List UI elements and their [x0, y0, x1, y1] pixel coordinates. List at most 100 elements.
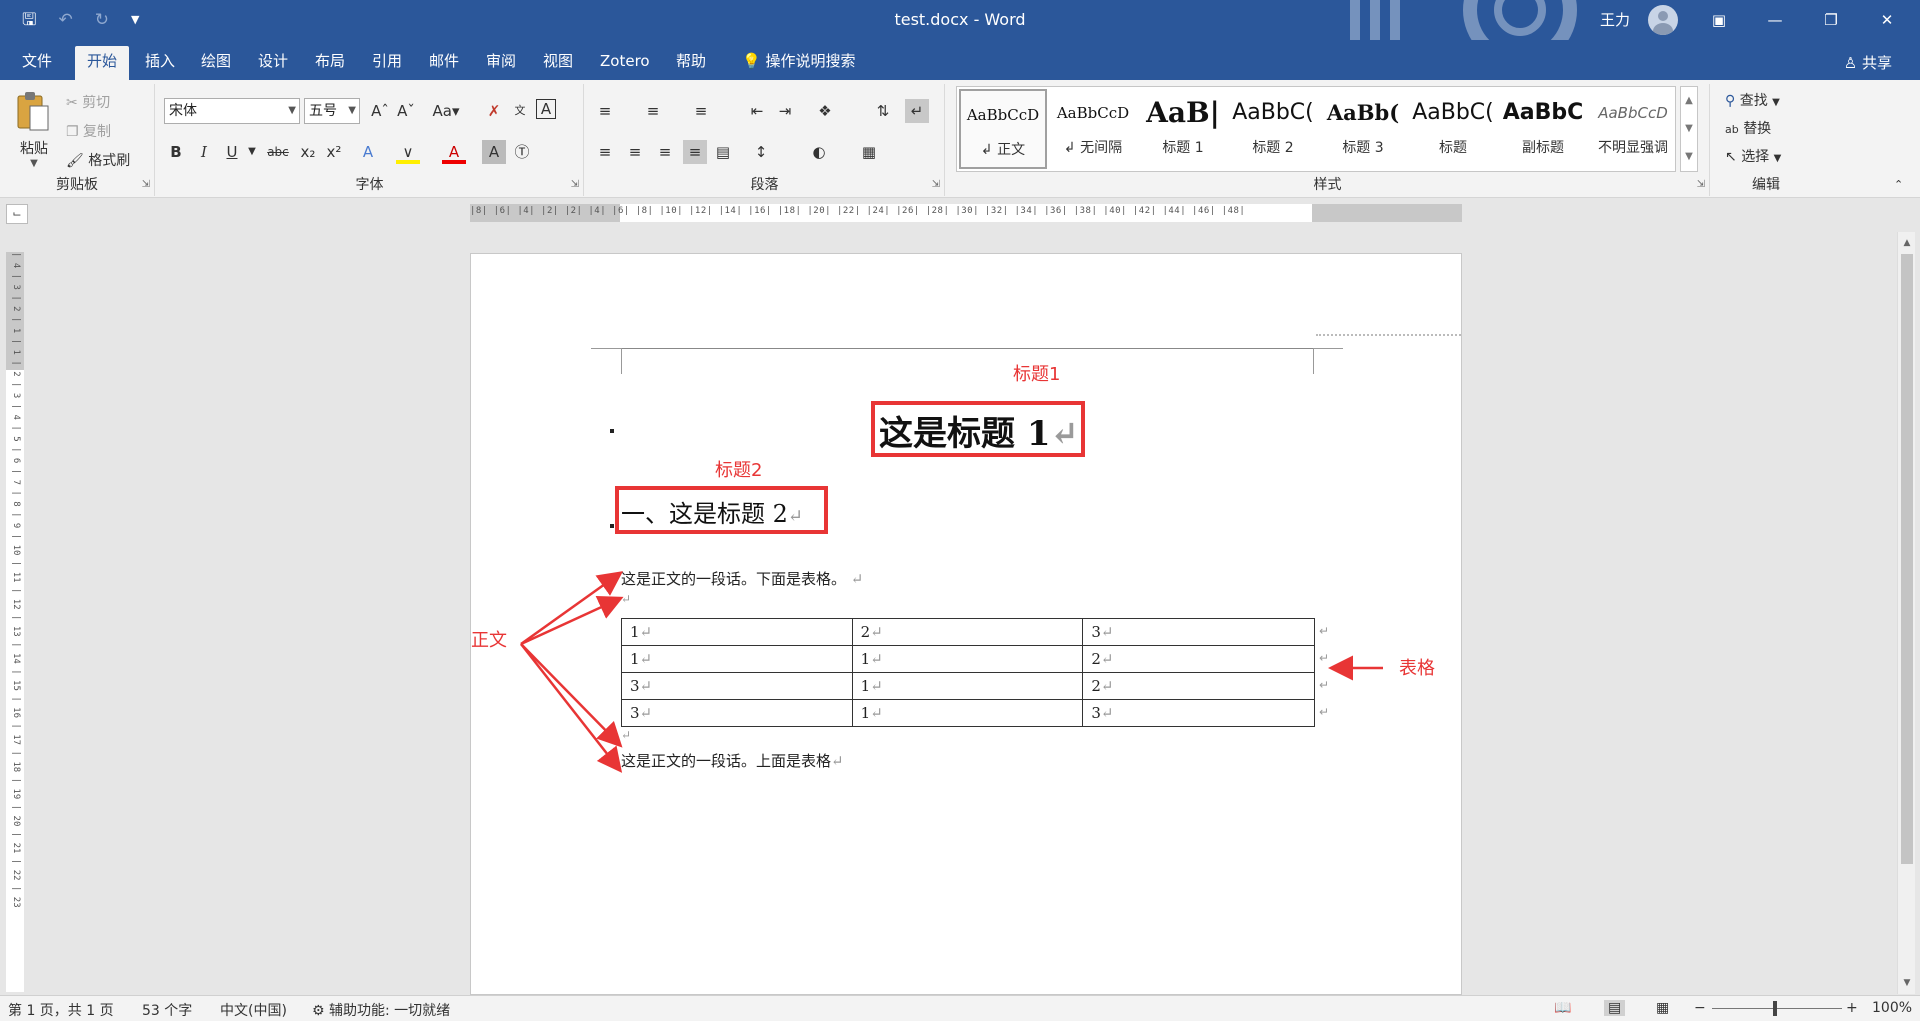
- asian-layout-icon[interactable]: ❖: [813, 99, 837, 123]
- grow-font-icon[interactable]: Aˆ: [368, 99, 392, 123]
- accessibility-status[interactable]: ⚙ 辅助功能: 一切就绪: [312, 1000, 450, 1020]
- style-heading-3[interactable]: AaBb( 标题 3: [1319, 89, 1407, 169]
- tab-home[interactable]: 开始: [75, 46, 130, 80]
- chevron-up-icon[interactable]: ▲: [1681, 87, 1697, 115]
- italic-icon[interactable]: I: [192, 140, 216, 164]
- close-button[interactable]: ✕: [1864, 0, 1910, 40]
- font-size-combo[interactable]: 五号 ▼: [304, 98, 360, 124]
- share-button[interactable]: ♙ 共享: [1844, 52, 1892, 73]
- style-no-spacing[interactable]: AaBbCcD ↲ 无间隔: [1049, 89, 1137, 169]
- style-heading-2[interactable]: AaBbC( 标题 2: [1229, 89, 1317, 169]
- style-subtitle[interactable]: AaBbC 副标题: [1499, 89, 1587, 169]
- character-border-icon[interactable]: A: [536, 99, 556, 119]
- paste-button[interactable]: 粘贴 ▼: [14, 90, 54, 174]
- show-formatting-marks-icon[interactable]: ↵: [905, 99, 929, 123]
- shading-icon[interactable]: ◐: [807, 140, 831, 164]
- font-launcher-icon[interactable]: ⇲: [571, 179, 579, 190]
- avatar[interactable]: [1648, 5, 1678, 35]
- chevron-down-icon[interactable]: ▼: [14, 158, 54, 169]
- sort-icon[interactable]: ⇅: [871, 99, 895, 123]
- bullets-icon[interactable]: ≡: [593, 99, 617, 123]
- zoom-in-icon[interactable]: +: [1846, 1000, 1858, 1016]
- find-button[interactable]: ⚲ 查找 ▼: [1725, 90, 1780, 110]
- restore-button[interactable]: ❐: [1808, 0, 1854, 40]
- select-button[interactable]: ↖ 选择 ▼: [1725, 146, 1781, 166]
- style-gallery-scroll[interactable]: ▲ ▼ ▼: [1680, 86, 1698, 172]
- text-effects-icon[interactable]: A: [356, 140, 380, 164]
- tab-references[interactable]: 引用: [360, 46, 414, 80]
- zoom-out-icon[interactable]: −: [1694, 1000, 1706, 1016]
- horizontal-ruler[interactable]: |8| |6| |4| |2| |2| |4| |6| |8| |10| |12…: [470, 204, 1462, 222]
- tab-file[interactable]: 文件: [10, 46, 64, 80]
- tab-mailings[interactable]: 邮件: [417, 46, 471, 80]
- print-layout-icon[interactable]: ▤: [1604, 1000, 1626, 1016]
- font-name-combo[interactable]: 宋体 ▼: [164, 98, 300, 124]
- decrease-indent-icon[interactable]: ⇤: [745, 99, 769, 123]
- justify-icon[interactable]: ≡: [683, 140, 707, 164]
- clipboard-launcher-icon[interactable]: ⇲: [142, 179, 150, 190]
- paragraph-launcher-icon[interactable]: ⇲: [932, 179, 940, 190]
- document-page[interactable]: 标题1 这是标题 1↵ 标题2 一、这是标题 2↵ 这是正文的一段话。下面是表格…: [470, 253, 1462, 995]
- chevron-down-icon[interactable]: ▼: [288, 99, 296, 123]
- zoom-slider-track[interactable]: [1712, 1008, 1842, 1009]
- chevron-down-icon[interactable]: ▼: [1681, 115, 1697, 143]
- change-case-icon[interactable]: Aa▾: [428, 99, 464, 123]
- style-subtle-emphasis[interactable]: AaBbCcD 不明显强调: [1589, 89, 1677, 169]
- font-color-icon[interactable]: A: [442, 140, 466, 164]
- web-layout-icon[interactable]: ▦: [1656, 1000, 1669, 1016]
- copy-button[interactable]: ❐ 复制: [66, 121, 111, 141]
- style-title[interactable]: AaBbC( 标题: [1409, 89, 1497, 169]
- format-painter-button[interactable]: 🖌 格式刷: [66, 150, 130, 170]
- zoom-level[interactable]: 100%: [1872, 1000, 1912, 1016]
- bold-icon[interactable]: B: [164, 140, 188, 164]
- scroll-up-icon[interactable]: ▲: [1898, 234, 1916, 252]
- borders-icon[interactable]: ▦: [857, 140, 881, 164]
- cut-button[interactable]: ✂ 剪切: [66, 92, 110, 112]
- highlight-icon[interactable]: ∨: [396, 140, 420, 164]
- align-left-icon[interactable]: ≡: [593, 140, 617, 164]
- collapse-ribbon-icon[interactable]: ⌃: [1894, 178, 1903, 191]
- tab-draw[interactable]: 绘图: [189, 46, 243, 80]
- minimize-button[interactable]: —: [1752, 0, 1798, 40]
- tab-review[interactable]: 审阅: [474, 46, 528, 80]
- chevron-down-icon[interactable]: ▼: [348, 99, 356, 123]
- styles-launcher-icon[interactable]: ⇲: [1697, 179, 1705, 190]
- superscript-icon[interactable]: x²: [322, 140, 346, 164]
- tab-view[interactable]: 视图: [531, 46, 585, 80]
- align-right-icon[interactable]: ≡: [653, 140, 677, 164]
- tab-help[interactable]: 帮助: [664, 46, 718, 80]
- strikethrough-icon[interactable]: abc: [264, 140, 292, 164]
- tab-design[interactable]: 设计: [246, 46, 300, 80]
- tab-layout[interactable]: 布局: [303, 46, 357, 80]
- vertical-scrollbar[interactable]: ▲ ▼: [1897, 232, 1915, 994]
- zoom-slider-thumb[interactable]: [1773, 1001, 1777, 1016]
- style-normal[interactable]: AaBbCcD ↲ 正文: [959, 89, 1047, 169]
- vertical-ruler[interactable]: | 4 | 3 | 2 | 1 | 1 | 2 | 3 | 4 | 5 | 6 …: [6, 252, 24, 992]
- scrollbar-thumb[interactable]: [1901, 254, 1913, 864]
- chevron-down-icon[interactable]: ▼: [240, 140, 264, 164]
- read-mode-icon[interactable]: 📖: [1554, 1000, 1571, 1016]
- tab-zotero[interactable]: Zotero: [588, 46, 662, 80]
- subscript-icon[interactable]: x₂: [296, 140, 320, 164]
- character-shading-icon[interactable]: A: [482, 140, 506, 164]
- more-icon[interactable]: ▼: [1681, 143, 1697, 171]
- tab-selector[interactable]: ⌙: [6, 204, 28, 224]
- user-name[interactable]: 王力: [1600, 9, 1630, 30]
- increase-indent-icon[interactable]: ⇥: [773, 99, 797, 123]
- numbering-icon[interactable]: ≡: [641, 99, 665, 123]
- replace-button[interactable]: ab 替换: [1725, 118, 1771, 138]
- ribbon-display-options-icon[interactable]: ▣: [1696, 0, 1742, 40]
- align-center-icon[interactable]: ≡: [623, 140, 647, 164]
- multilevel-list-icon[interactable]: ≡: [689, 99, 713, 123]
- language-indicator[interactable]: 中文(中国): [220, 1000, 287, 1020]
- enclosed-characters-icon[interactable]: Ⓣ: [510, 140, 534, 164]
- phonetic-guide-icon[interactable]: 文: [508, 99, 532, 123]
- clear-formatting-icon[interactable]: ✗: [482, 99, 506, 123]
- line-spacing-icon[interactable]: ↕: [749, 140, 773, 164]
- page-count[interactable]: 第 1 页，共 1 页: [8, 1000, 114, 1020]
- style-heading-1[interactable]: AaB| 标题 1: [1139, 89, 1227, 169]
- tell-me-search[interactable]: 💡 操作说明搜索: [730, 46, 867, 80]
- distributed-icon[interactable]: ▤: [711, 140, 735, 164]
- word-count[interactable]: 53 个字: [142, 1000, 192, 1020]
- shrink-font-icon[interactable]: Aˇ: [394, 99, 418, 123]
